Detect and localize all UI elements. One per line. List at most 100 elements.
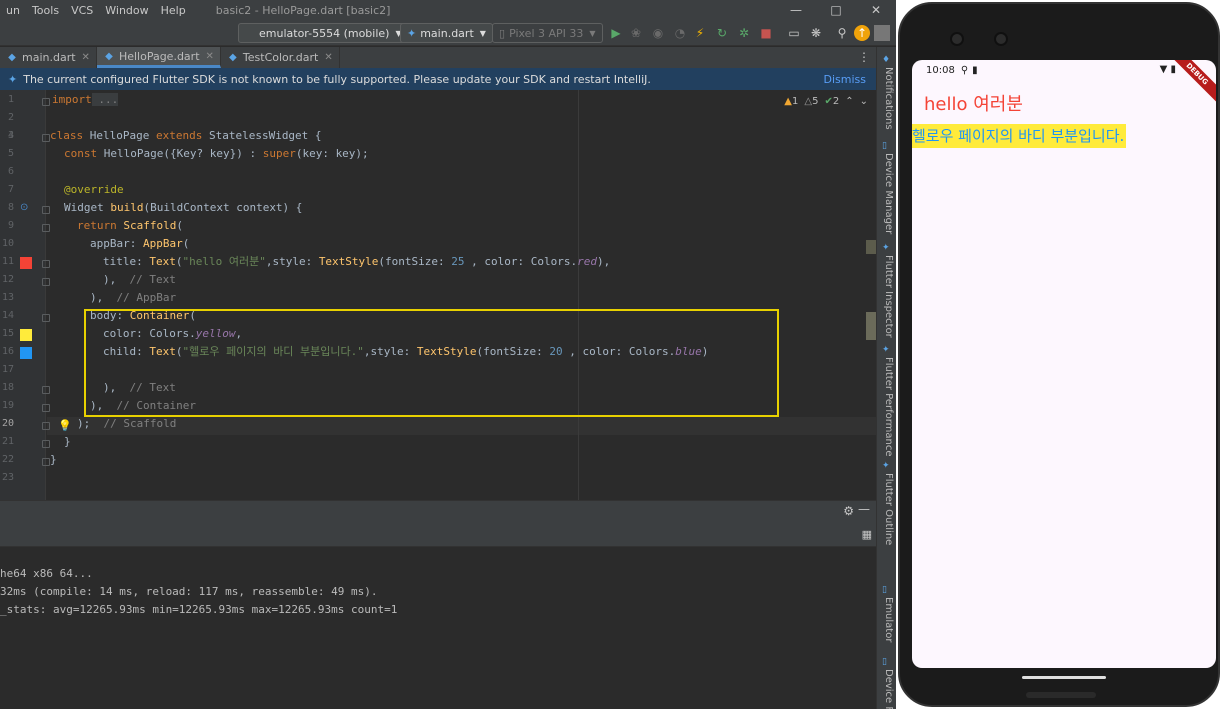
chevron-down-icon: ▼ (589, 28, 596, 38)
fold-icon[interactable] (42, 206, 50, 214)
code-token: "hello 여러분" (182, 255, 266, 268)
device-file-icon: ▯ (882, 657, 887, 667)
color-swatch-yellow-icon[interactable] (20, 329, 32, 341)
folded-imports[interactable]: ... (91, 93, 119, 106)
close-icon[interactable]: ✕ (324, 52, 332, 63)
code-editor[interactable]: 1 2 3 4 5 6 7 8 9 10 11 12 13 14 15 16 1… (0, 90, 876, 500)
fold-icon[interactable] (42, 98, 50, 106)
fold-icon[interactable] (42, 260, 50, 268)
ok-count[interactable]: ✔2 (824, 96, 839, 107)
tab-testcolor-dart[interactable]: ◆ TestColor.dart ✕ (221, 47, 340, 68)
ok-count-value: 2 (832, 96, 840, 107)
dismiss-link[interactable]: Dismiss (824, 73, 867, 86)
fold-icon[interactable] (42, 224, 50, 232)
device-selector[interactable]: emulator-5554 (mobile) ▼ (238, 23, 409, 43)
tab-hellopage-dart[interactable]: ◆ HelloPage.dart ✕ (96, 47, 221, 68)
run-config-label: main.dart (420, 26, 474, 40)
color-swatch-red-icon[interactable] (20, 257, 32, 269)
fold-icon[interactable] (42, 278, 50, 286)
dart-file-icon: ◆ (8, 52, 16, 63)
layout-icon[interactable]: ▦ (862, 528, 872, 541)
coverage-icon[interactable]: ◉ (650, 25, 666, 41)
right-margin-guide (578, 90, 579, 500)
fold-icon[interactable] (42, 422, 50, 430)
line-number: 11 (1, 256, 14, 267)
sdk-manager-icon[interactable]: ❋ (808, 25, 824, 41)
device-manager-icon[interactable]: ▭ (786, 25, 802, 41)
fold-icon[interactable] (42, 314, 50, 322)
code-token: extends (155, 129, 203, 142)
menu-run[interactable]: un (0, 4, 26, 17)
tab-flutter-performance[interactable]: Flutter Performance (883, 357, 894, 457)
fold-icon[interactable] (42, 134, 50, 142)
update-icon[interactable]: ↑ (854, 25, 870, 41)
minimize-icon[interactable]: — (776, 0, 816, 20)
fold-icon[interactable] (42, 440, 50, 448)
tab-device-manager[interactable]: Device Manager (883, 153, 894, 234)
fold-icon[interactable] (42, 386, 50, 394)
search-icon[interactable]: ⚲ (834, 25, 850, 41)
debug-icon[interactable]: ❀ (628, 25, 644, 41)
run-config-selector[interactable]: ✦ main.dart ▼ (400, 23, 493, 43)
more-options-icon[interactable]: ⋮ (858, 50, 870, 64)
run-icon[interactable]: ▶ (608, 25, 624, 41)
hot-reload-icon[interactable]: ⚡ (692, 25, 708, 41)
fold-icon[interactable] (42, 404, 50, 412)
tab-main-dart[interactable]: ◆ main.dart ✕ (0, 47, 97, 68)
weak-warning-count[interactable]: △5 (804, 96, 818, 107)
line-number: 14 (1, 310, 14, 321)
inspection-widget[interactable]: ▲1 △5 ✔2 ⌃ ⌄ (784, 96, 868, 107)
hot-restart-icon[interactable]: ↻ (714, 25, 730, 41)
minimize-panel-icon[interactable]: — (858, 502, 870, 516)
menu-tools[interactable]: Tools (26, 4, 65, 17)
attach-debugger-icon[interactable]: ✲ (736, 25, 752, 41)
chevron-up-icon[interactable]: ⌃ (845, 96, 853, 107)
code-token: ), (597, 255, 611, 268)
tab-notifications[interactable]: Notifications (883, 67, 894, 130)
menu-window[interactable]: Window (99, 4, 154, 17)
code-line-8: Widget build(BuildContext context) { (64, 199, 302, 217)
override-marker-icon[interactable]: ⊙ (20, 202, 32, 214)
flutter-icon: ✦ (407, 26, 417, 40)
tab-flutter-outline[interactable]: Flutter Outline (883, 473, 894, 545)
body-container-text: 헬로우 페이지의 바디 부분입니다. (912, 124, 1127, 148)
line-number: 2 (7, 112, 14, 123)
right-tool-window-bar: ♦ Notifications ▯ Device Manager ✦ Flutt… (876, 47, 896, 709)
line-number: 1 (7, 94, 14, 105)
lightbulb-icon[interactable]: 💡 (58, 419, 72, 432)
menu-vcs[interactable]: VCS (65, 4, 99, 17)
color-swatch-blue-icon[interactable] (20, 347, 32, 359)
stop-icon[interactable]: ■ (758, 25, 774, 41)
avatar[interactable] (874, 25, 890, 41)
line-number: 10 (1, 238, 14, 249)
warning-count[interactable]: ▲1 (784, 96, 798, 107)
tab-emulator[interactable]: Emulator (883, 597, 894, 642)
close-icon[interactable]: ✕ (856, 0, 896, 20)
code-line-5: const HelloPage({Key? key}) : super(key:… (64, 145, 369, 163)
window-title: basic2 - HelloPage.dart [basic2] (215, 3, 391, 17)
profile-icon[interactable]: ◔ (672, 25, 688, 41)
line-number: 23 (1, 472, 14, 483)
code-token: appBar: (90, 237, 143, 250)
menu-help[interactable]: Help (155, 4, 192, 17)
editor-tabs: ◆ main.dart ✕ ◆ HelloPage.dart ✕ ◆ TestC… (0, 47, 896, 68)
navigation-bar (912, 668, 1216, 686)
close-icon[interactable]: ✕ (82, 52, 90, 63)
phone-screen[interactable]: 10:08 ⚲ ▮ ▼ ▮ DEBUG hello 여러분 헬로우 페이지의 바… (912, 60, 1216, 668)
gesture-handle[interactable] (1022, 676, 1106, 679)
gear-icon[interactable]: ⚙ (843, 504, 854, 518)
code-token: (key: key); (295, 147, 369, 160)
code-token: @override (64, 183, 124, 196)
close-icon[interactable]: ✕ (206, 51, 214, 62)
scrollbar-marker[interactable] (866, 240, 876, 254)
tab-flutter-inspector[interactable]: Flutter Inspector (883, 255, 894, 338)
scrollbar-thumb[interactable] (866, 312, 876, 340)
code-token: (fontSize: (378, 255, 452, 268)
avd-selector[interactable]: ▯ Pixel 3 API 33 ▼ (492, 23, 603, 43)
code-line-22: } (50, 451, 57, 469)
line-number: 22 (1, 454, 14, 465)
chevron-down-icon[interactable]: ⌄ (860, 96, 868, 107)
fold-icon[interactable] (42, 458, 50, 466)
maximize-icon[interactable]: □ (816, 0, 856, 20)
tab-device-file-explorer[interactable]: Device Fi (883, 669, 894, 709)
